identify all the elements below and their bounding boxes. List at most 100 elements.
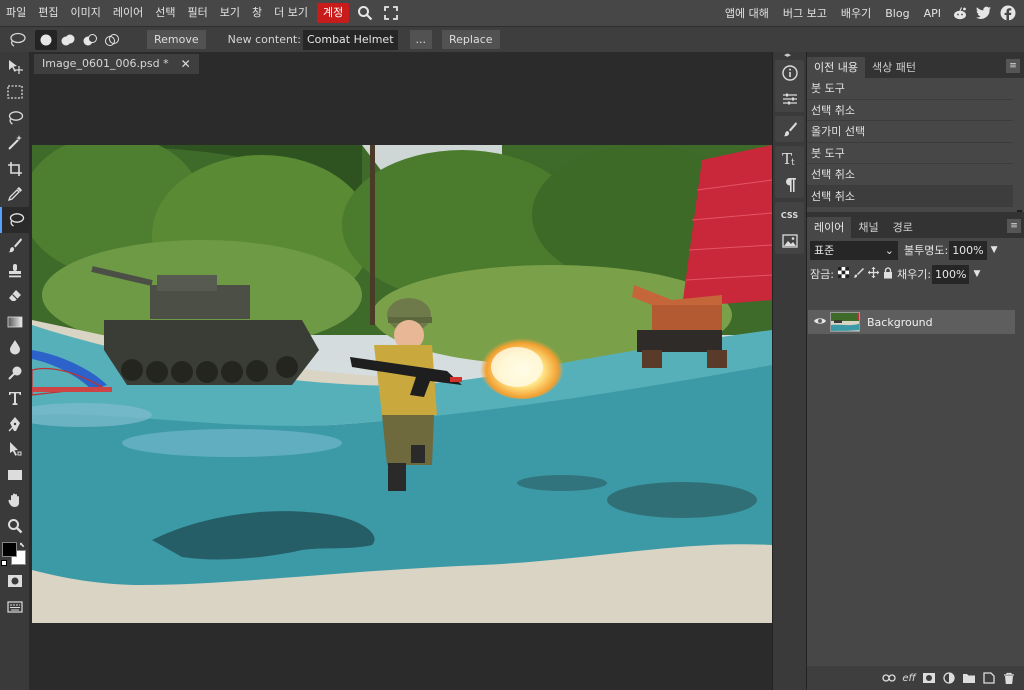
tab-history[interactable]: 이전 내용 <box>807 57 865 78</box>
reddit-icon[interactable] <box>950 3 970 23</box>
move-tool-icon[interactable] <box>0 54 30 80</box>
new-layer-icon[interactable] <box>979 668 999 688</box>
adjustments-icon[interactable] <box>775 86 804 112</box>
selection-subtract-icon[interactable] <box>79 30 101 50</box>
lock-transparency-icon[interactable] <box>837 267 849 281</box>
blend-mode-select[interactable]: 표준 ⌄ <box>810 240 898 260</box>
quick-mask-icon[interactable] <box>0 569 30 595</box>
menu-layer[interactable]: 레이어 <box>107 3 149 23</box>
image-canvas[interactable] <box>32 145 772 623</box>
report-bug-link[interactable]: 버그 보고 <box>776 5 834 21</box>
eyedropper-tool-icon[interactable] <box>0 182 30 208</box>
menu-view[interactable]: 보기 <box>214 3 246 23</box>
learn-link[interactable]: 배우기 <box>834 5 878 21</box>
twitter-icon[interactable] <box>974 3 994 23</box>
hand-tool-icon[interactable] <box>0 488 30 514</box>
text-tool-icon[interactable] <box>0 386 30 412</box>
history-item[interactable]: 선택 취소 <box>807 164 1013 186</box>
dodge-tool-icon[interactable] <box>0 360 30 386</box>
history-panel-menu-icon[interactable]: ≡ <box>1006 59 1020 73</box>
image-panel-icon[interactable] <box>775 228 804 254</box>
character-icon[interactable]: Tt <box>775 146 804 172</box>
blog-link[interactable]: Blog <box>878 7 916 20</box>
fill-input[interactable]: 100% <box>932 264 970 284</box>
marquee-tool-icon[interactable] <box>0 80 30 106</box>
adjustment-layer-icon[interactable] <box>939 668 959 688</box>
lock-position-icon[interactable] <box>867 267 879 281</box>
css-panel-icon[interactable]: CSS <box>775 202 804 228</box>
tab-swatches[interactable]: 색상 패턴 <box>865 57 923 78</box>
zoom-tool-icon[interactable] <box>0 513 30 539</box>
color-swatches[interactable]: ⬉ <box>0 539 30 569</box>
default-colors-icon[interactable] <box>1 559 7 566</box>
layer-effects-icon[interactable]: eff <box>899 668 919 688</box>
magic-wand-tool-icon[interactable] <box>0 131 30 157</box>
history-item[interactable]: 붓 도구 <box>807 78 1013 100</box>
lasso-tool-icon[interactable] <box>0 105 30 131</box>
selection-add-icon[interactable] <box>57 30 79 50</box>
shape-tool-icon[interactable] <box>0 462 30 488</box>
facebook-icon[interactable] <box>998 3 1018 23</box>
path-select-tool-icon[interactable] <box>0 437 30 463</box>
menu-more[interactable]: 더 보기 <box>268 3 314 23</box>
info-icon[interactable] <box>775 60 804 86</box>
layers-panel-menu-icon[interactable]: ≡ <box>1007 219 1021 233</box>
menu-file[interactable]: 파일 <box>0 3 32 23</box>
selection-new-icon[interactable] <box>35 29 57 50</box>
lock-all-icon[interactable] <box>883 266 893 282</box>
blur-tool-icon[interactable] <box>0 335 30 361</box>
history-item[interactable]: 선택 취소 <box>807 185 1013 207</box>
tools-panel: ⬉ <box>0 52 30 690</box>
delete-layer-icon[interactable] <box>999 668 1019 688</box>
new-content-label: New content: <box>227 33 301 46</box>
foreground-color-swatch[interactable] <box>2 541 17 557</box>
opacity-input[interactable]: 100% <box>949 240 987 260</box>
layer-row[interactable]: Background <box>808 310 1015 334</box>
layer-mask-icon[interactable] <box>919 668 939 688</box>
new-content-input[interactable]: Combat Helmet <box>302 29 398 50</box>
history-item[interactable]: 선택 취소 <box>807 100 1013 121</box>
crop-tool-icon[interactable] <box>0 156 30 182</box>
gradient-tool-icon[interactable] <box>0 309 30 335</box>
about-link[interactable]: 앱에 대해 <box>718 5 776 21</box>
stamp-tool-icon[interactable] <box>0 258 30 284</box>
new-group-icon[interactable] <box>959 668 979 688</box>
layer-thumbnail <box>830 312 860 332</box>
tab-paths[interactable]: 경로 <box>886 217 920 238</box>
lasso-select-tool-icon[interactable] <box>0 207 30 233</box>
eye-icon[interactable] <box>813 316 827 329</box>
more-button[interactable]: ... <box>409 30 433 49</box>
opacity-dropdown-icon[interactable]: ▼ <box>991 245 998 255</box>
swap-colors-icon[interactable]: ⬉ <box>19 541 25 549</box>
lasso-tool-preset-icon[interactable] <box>3 29 31 51</box>
lock-pixels-icon[interactable] <box>853 267 864 281</box>
history-item[interactable]: 올가미 선택 <box>807 121 1013 143</box>
history-item[interactable]: 붓 도구 <box>807 143 1013 164</box>
menu-window[interactable]: 창 <box>246 3 268 23</box>
replace-button[interactable]: Replace <box>442 30 500 49</box>
link-layers-icon[interactable] <box>879 668 899 688</box>
menu-account[interactable]: 계정 <box>316 3 350 23</box>
menu-filter[interactable]: 필터 <box>182 3 214 23</box>
keyboard-icon[interactable] <box>0 594 30 620</box>
paragraph-icon[interactable] <box>775 172 804 198</box>
menu-select[interactable]: 선택 <box>149 3 181 23</box>
menu-image[interactable]: 이미지 <box>65 3 107 23</box>
document-tab[interactable]: Image_0601_006.psd * ✕ <box>34 54 199 74</box>
collapse-strip-icon[interactable]: ◂▸ <box>784 52 791 59</box>
search-icon[interactable] <box>354 3 376 23</box>
fullscreen-icon[interactable] <box>380 3 402 23</box>
pen-tool-icon[interactable] <box>0 411 30 437</box>
tab-channels[interactable]: 채널 <box>851 217 885 238</box>
menu-edit[interactable]: 편집 <box>32 3 64 23</box>
brush-settings-icon[interactable] <box>775 116 804 142</box>
document-tab-title: Image_0601_006.psd * <box>42 57 169 70</box>
tab-layers[interactable]: 레이어 <box>807 217 852 238</box>
brush-tool-icon[interactable] <box>0 233 30 259</box>
remove-button[interactable]: Remove <box>147 30 206 49</box>
close-tab-icon[interactable]: ✕ <box>181 54 191 74</box>
selection-intersect-icon[interactable] <box>101 30 123 50</box>
api-link[interactable]: API <box>917 7 948 20</box>
eraser-tool-icon[interactable] <box>0 284 30 310</box>
fill-dropdown-icon[interactable]: ▼ <box>973 269 980 279</box>
